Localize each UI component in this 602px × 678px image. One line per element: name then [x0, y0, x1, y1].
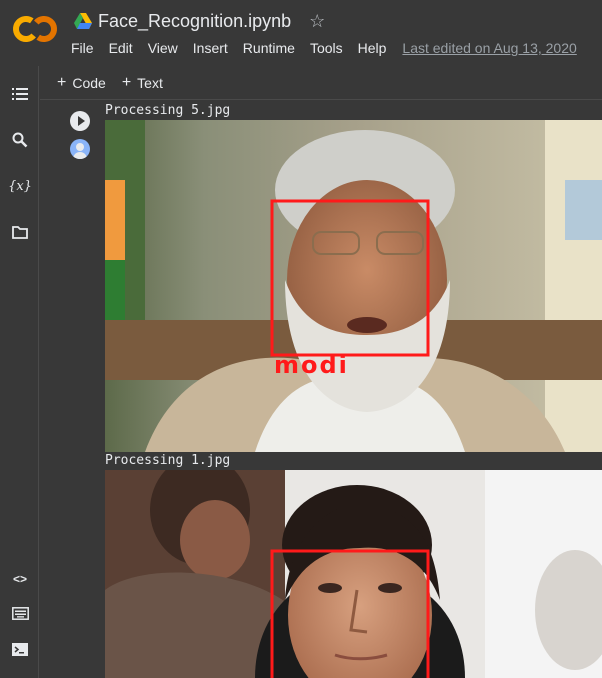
user-avatar-icon	[70, 139, 90, 159]
plus-icon: +	[57, 73, 67, 91]
add-code-label: Code	[72, 74, 106, 91]
run-cell-button[interactable]	[70, 111, 90, 131]
menu-edit[interactable]: Edit	[109, 40, 133, 56]
add-text-label: Text	[137, 74, 163, 91]
cell-toolbar: + Code + Text	[40, 66, 602, 100]
menu-bar: File Edit View Insert Runtime Tools Help…	[71, 40, 592, 56]
table-of-contents-icon[interactable]	[10, 84, 30, 104]
notebook-title[interactable]: Face_Recognition.ipynb	[98, 11, 291, 32]
command-palette-icon[interactable]	[10, 603, 30, 623]
output-image-1: modi	[105, 120, 602, 452]
add-text-cell-button[interactable]: + Text	[122, 74, 163, 92]
output-image-2	[105, 470, 602, 678]
google-drive-icon[interactable]	[74, 13, 92, 29]
colab-logo[interactable]	[12, 12, 58, 46]
notebook-header: Face_Recognition.ipynb ☆ File Edit View …	[0, 0, 602, 66]
code-cell: Processing 5.jpg modi Processing 1.jpg	[40, 101, 602, 678]
menu-view[interactable]: View	[148, 40, 178, 56]
code-snippets-icon[interactable]: <>	[10, 569, 30, 589]
folder-icon[interactable]	[10, 222, 30, 242]
menu-tools[interactable]: Tools	[310, 40, 343, 56]
add-code-cell-button[interactable]: + Code	[57, 74, 106, 92]
menu-insert[interactable]: Insert	[193, 40, 228, 56]
search-icon[interactable]	[10, 130, 30, 150]
plus-icon: +	[121, 73, 132, 91]
menu-runtime[interactable]: Runtime	[243, 40, 295, 56]
menu-file[interactable]: File	[71, 40, 94, 56]
left-sidebar: {x} <>	[0, 66, 39, 678]
last-edited-link[interactable]: Last edited on Aug 13, 2020	[402, 40, 576, 56]
star-icon[interactable]: ☆	[309, 11, 325, 32]
face-label-modi: modi	[274, 351, 349, 379]
cell-output: Processing 5.jpg modi Processing 1.jpg	[105, 101, 602, 678]
variables-icon[interactable]: {x}	[8, 176, 32, 196]
menu-help[interactable]: Help	[358, 40, 387, 56]
terminal-icon[interactable]	[10, 639, 30, 659]
output-text-1: Processing 5.jpg	[105, 103, 231, 118]
output-text-2: Processing 1.jpg	[105, 453, 231, 468]
